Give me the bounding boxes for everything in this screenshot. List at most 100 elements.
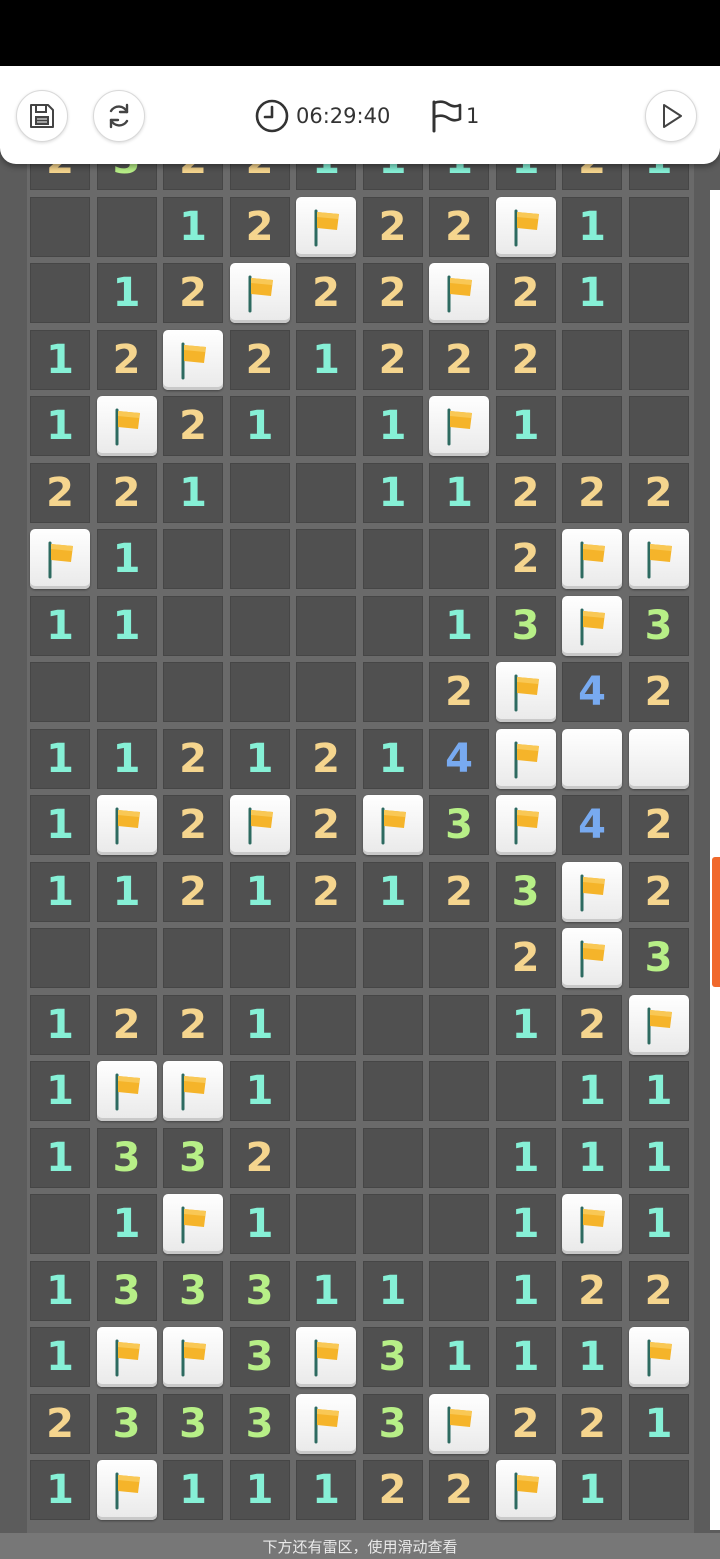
empty-cell[interactable]: [96, 196, 157, 257]
flagged-cell[interactable]: [163, 1194, 223, 1254]
unrevealed-cell[interactable]: [628, 728, 689, 789]
number-cell[interactable]: 3: [163, 1260, 223, 1321]
number-cell[interactable]: 1: [628, 1127, 689, 1188]
flagged-cell[interactable]: [362, 795, 423, 855]
number-cell[interactable]: 2: [495, 928, 556, 988]
flagged-cell[interactable]: [163, 1061, 223, 1121]
number-cell[interactable]: 1: [296, 1260, 356, 1321]
number-cell[interactable]: 2: [296, 263, 356, 323]
number-cell[interactable]: 1: [229, 1194, 290, 1254]
number-cell[interactable]: 2: [96, 994, 157, 1055]
number-cell[interactable]: 3: [229, 1327, 290, 1387]
number-cell[interactable]: 1: [30, 396, 90, 456]
number-cell[interactable]: 3: [495, 861, 556, 922]
number-cell[interactable]: 1: [296, 164, 356, 190]
number-cell[interactable]: 1: [163, 196, 223, 257]
flagged-cell[interactable]: [495, 662, 556, 722]
number-cell[interactable]: 1: [429, 164, 489, 190]
number-cell[interactable]: 1: [562, 263, 622, 323]
number-cell[interactable]: 3: [229, 1260, 290, 1321]
empty-cell[interactable]: [96, 662, 157, 722]
number-cell[interactable]: 1: [628, 1393, 689, 1454]
empty-cell[interactable]: [229, 462, 290, 523]
number-cell[interactable]: 2: [163, 728, 223, 789]
number-cell[interactable]: 1: [429, 1327, 489, 1387]
empty-cell[interactable]: [30, 1194, 90, 1254]
number-cell[interactable]: 1: [30, 595, 90, 656]
flagged-cell[interactable]: [96, 795, 157, 855]
number-cell[interactable]: 2: [296, 728, 356, 789]
number-cell[interactable]: 3: [163, 1127, 223, 1188]
empty-cell[interactable]: [229, 662, 290, 722]
number-cell[interactable]: 1: [362, 462, 423, 523]
empty-cell[interactable]: [296, 994, 356, 1055]
number-cell[interactable]: 1: [296, 329, 356, 390]
flagged-cell[interactable]: [429, 396, 489, 456]
number-cell[interactable]: 2: [628, 1260, 689, 1321]
number-cell[interactable]: 2: [429, 196, 489, 257]
empty-cell[interactable]: [362, 928, 423, 988]
number-cell[interactable]: 2: [163, 396, 223, 456]
empty-cell[interactable]: [96, 928, 157, 988]
number-cell[interactable]: 2: [163, 994, 223, 1055]
empty-cell[interactable]: [429, 1061, 489, 1121]
number-cell[interactable]: 1: [362, 164, 423, 190]
flagged-cell[interactable]: [495, 1460, 556, 1520]
number-cell[interactable]: 1: [296, 1460, 356, 1520]
flagged-cell[interactable]: [562, 928, 622, 988]
number-cell[interactable]: 1: [229, 861, 290, 922]
number-cell[interactable]: 2: [362, 263, 423, 323]
number-cell[interactable]: 2: [429, 662, 489, 722]
empty-cell[interactable]: [362, 1194, 423, 1254]
empty-cell[interactable]: [229, 928, 290, 988]
number-cell[interactable]: 2: [495, 263, 556, 323]
scroll-thumb[interactable]: [712, 857, 720, 987]
flagged-cell[interactable]: [628, 994, 689, 1055]
number-cell[interactable]: 2: [628, 462, 689, 523]
number-cell[interactable]: 1: [562, 1327, 622, 1387]
number-cell[interactable]: 1: [229, 994, 290, 1055]
empty-cell[interactable]: [628, 329, 689, 390]
empty-cell[interactable]: [296, 595, 356, 656]
empty-cell[interactable]: [628, 1460, 689, 1520]
number-cell[interactable]: 1: [495, 1127, 556, 1188]
flagged-cell[interactable]: [628, 529, 689, 589]
flagged-cell[interactable]: [429, 263, 489, 323]
number-cell[interactable]: 1: [362, 396, 423, 456]
flagged-cell[interactable]: [429, 1393, 489, 1454]
flagged-cell[interactable]: [229, 263, 290, 323]
number-cell[interactable]: 2: [296, 861, 356, 922]
number-cell[interactable]: 1: [30, 994, 90, 1055]
flagged-cell[interactable]: [495, 728, 556, 789]
flagged-cell[interactable]: [562, 529, 622, 589]
number-cell[interactable]: 2: [163, 164, 223, 190]
empty-cell[interactable]: [30, 662, 90, 722]
number-cell[interactable]: 2: [628, 861, 689, 922]
empty-cell[interactable]: [429, 529, 489, 589]
number-cell[interactable]: 2: [96, 462, 157, 523]
number-cell[interactable]: 3: [96, 164, 157, 190]
flagged-cell[interactable]: [296, 1327, 356, 1387]
number-cell[interactable]: 1: [30, 728, 90, 789]
empty-cell[interactable]: [296, 1061, 356, 1121]
number-cell[interactable]: 1: [429, 462, 489, 523]
number-cell[interactable]: 1: [229, 728, 290, 789]
empty-cell[interactable]: [429, 1127, 489, 1188]
number-cell[interactable]: 1: [30, 1327, 90, 1387]
number-cell[interactable]: 2: [229, 1127, 290, 1188]
flagged-cell[interactable]: [96, 1061, 157, 1121]
number-cell[interactable]: 4: [562, 662, 622, 722]
flagged-cell[interactable]: [96, 396, 157, 456]
number-cell[interactable]: 1: [495, 994, 556, 1055]
number-cell[interactable]: 1: [562, 1127, 622, 1188]
empty-cell[interactable]: [296, 1127, 356, 1188]
number-cell[interactable]: 2: [30, 462, 90, 523]
number-cell[interactable]: 2: [562, 1260, 622, 1321]
number-cell[interactable]: 1: [96, 1194, 157, 1254]
number-cell[interactable]: 1: [30, 795, 90, 855]
number-cell[interactable]: 1: [96, 728, 157, 789]
flagged-cell[interactable]: [96, 1327, 157, 1387]
number-cell[interactable]: 1: [628, 1061, 689, 1121]
number-cell[interactable]: 3: [362, 1327, 423, 1387]
number-cell[interactable]: 2: [429, 329, 489, 390]
